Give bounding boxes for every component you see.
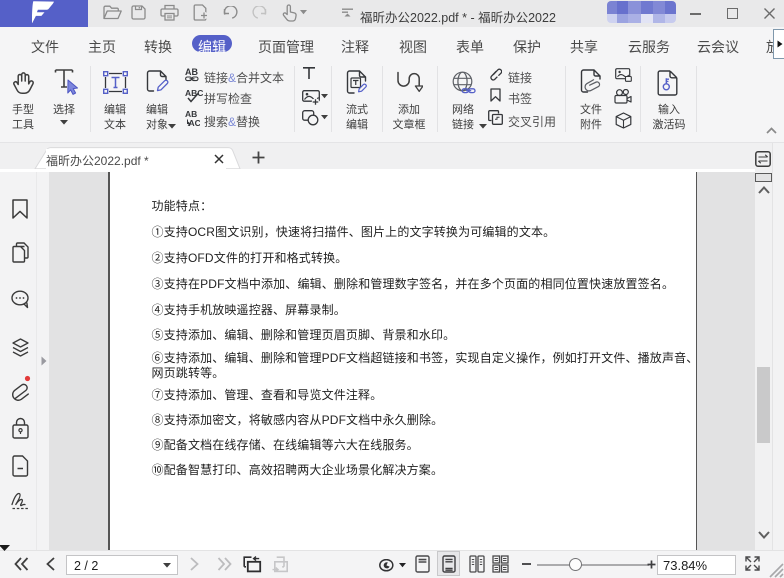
- svg-text:AB: AB: [185, 68, 198, 77]
- svg-text:ABC: ABC: [185, 88, 203, 98]
- svg-text:AC: AC: [189, 118, 201, 127]
